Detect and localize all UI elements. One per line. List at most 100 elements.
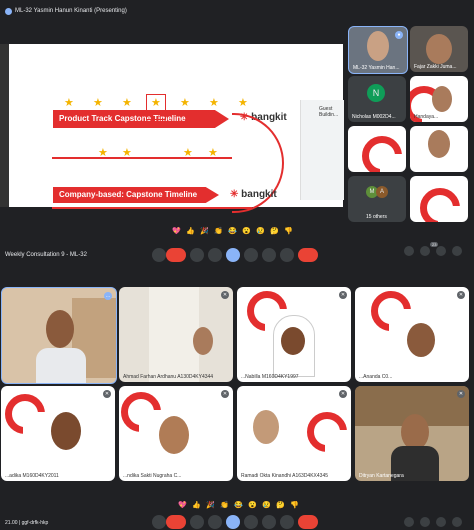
- shared-slide: Product Track Capstone Timeline ✳ bangki…: [0, 44, 344, 213]
- bottom-meeting-info: 21.00 | ggf-drfk-hkp: [5, 520, 48, 526]
- mic-off-icon: ✕: [339, 390, 347, 398]
- slide-subtitle: Company-based: Capstone Timeline: [53, 187, 219, 203]
- others-tile[interactable]: M A 15 others: [348, 176, 406, 222]
- reaction-button[interactable]: 😢: [256, 227, 265, 235]
- participant-tile[interactable]: ...Ananda C0... ✕: [355, 287, 469, 382]
- star-icon: ★: [93, 97, 103, 109]
- captions-button[interactable]: [208, 248, 222, 262]
- leave-call-button[interactable]: [298, 248, 318, 262]
- control-bar: [152, 248, 322, 264]
- leave-call-button[interactable]: [298, 515, 318, 529]
- meeting-code: ggf-drfk-hkp: [21, 520, 49, 526]
- reaction-button[interactable]: 💖: [178, 501, 187, 509]
- camera-button[interactable]: [190, 248, 204, 262]
- captions-button[interactable]: [208, 515, 222, 529]
- participant-tile[interactable]: …: [1, 287, 117, 384]
- present-button[interactable]: [244, 515, 258, 529]
- reaction-button[interactable]: 👏: [220, 501, 229, 509]
- bangkit-logo: ✳ bangkit: [230, 189, 277, 200]
- chat-icon[interactable]: [436, 246, 446, 256]
- info-icons: [404, 517, 474, 529]
- participant-tile[interactable]: [348, 126, 406, 172]
- raise-hand-button[interactable]: [262, 248, 276, 262]
- star-icon: ★: [183, 147, 193, 159]
- reaction-button[interactable]: 🎉: [200, 227, 209, 235]
- participant-tile[interactable]: Fajar Zakki Juma...: [410, 26, 468, 72]
- meeting-title: Weekly Consultation 9 - ML-32: [5, 252, 87, 258]
- reaction-button[interactable]: 👎: [284, 227, 293, 235]
- info-icon[interactable]: [404, 517, 414, 527]
- more-options-icon[interactable]: …: [104, 292, 112, 300]
- mic-off-icon: ✕: [457, 390, 465, 398]
- mic-off-icon: ✕: [103, 390, 111, 398]
- more-options-button[interactable]: [280, 515, 294, 529]
- avatar: A: [376, 186, 388, 198]
- reaction-button[interactable]: 😢: [262, 501, 271, 509]
- participant-tile[interactable]: ...Nabilla M160D4KY1997 ✕: [237, 287, 351, 382]
- reaction-button[interactable]: 👍: [186, 227, 195, 235]
- participant-tile[interactable]: Handaya...: [410, 76, 468, 122]
- star-icon: ★: [64, 97, 74, 109]
- reaction-button[interactable]: 👏: [214, 227, 223, 235]
- avatar: [5, 8, 12, 15]
- emoji-button[interactable]: [226, 248, 240, 262]
- star-icon: ★: [209, 97, 219, 109]
- reaction-bar: 💖 👍 🎉 👏 😂 😮 😢 🤔 👎: [172, 227, 302, 239]
- mute-mic-button[interactable]: [166, 515, 186, 529]
- reaction-button[interactable]: 👍: [192, 501, 201, 509]
- clock: 21.00: [5, 520, 18, 526]
- participant-tile[interactable]: ML-32 Yasmin Han... ●: [348, 26, 408, 74]
- mute-mic-button[interactable]: [166, 248, 186, 262]
- reaction-bar: 💖 👍 🎉 👏 😂 😮 😢 🤔 👎: [178, 501, 308, 513]
- separator: |: [18, 520, 21, 526]
- reaction-button[interactable]: 💖: [172, 227, 181, 235]
- presenter-label: ML-32 Yasmin Hanun Kinanti (Presenting): [15, 8, 127, 14]
- mic-off-icon: ✕: [457, 291, 465, 299]
- raise-hand-button[interactable]: [262, 515, 276, 529]
- chat-icon[interactable]: [436, 517, 446, 527]
- reaction-button[interactable]: 😮: [242, 227, 251, 235]
- mic-off-icon: ✕: [221, 390, 229, 398]
- reaction-button[interactable]: 👎: [290, 501, 299, 509]
- star-icon: ★: [238, 97, 248, 109]
- participant-tile[interactable]: Ramadi Okta Kinandhi A163D4KX4345 ✕: [237, 386, 351, 481]
- mic-off-icon: ✕: [221, 291, 229, 299]
- info-icon[interactable]: [404, 246, 414, 256]
- activities-icon[interactable]: [452, 246, 462, 256]
- reaction-button[interactable]: 😂: [228, 227, 237, 235]
- info-icons: 23: [404, 242, 474, 262]
- participant-tile[interactable]: ...ndika Sakti Nugraha C... ✕: [119, 386, 233, 481]
- reaction-button[interactable]: 🤔: [270, 227, 279, 235]
- star-icon: ★: [122, 147, 132, 159]
- participant-tile[interactable]: [410, 126, 468, 172]
- present-button[interactable]: [244, 248, 258, 262]
- side-panel-text: Guest Buildin...: [319, 106, 339, 118]
- people-icon[interactable]: [420, 517, 430, 527]
- participant-tile[interactable]: Ahmad Farhan Ardhanu A130D4KY4344 ✕: [119, 287, 233, 382]
- side-panel: Guest Buildin...: [300, 100, 344, 200]
- participant-tile[interactable]: ...adika M160D4KY2011 ✕: [1, 386, 115, 481]
- reaction-button[interactable]: 🎉: [206, 501, 215, 509]
- emoji-button[interactable]: [226, 515, 240, 529]
- activities-icon[interactable]: [452, 517, 462, 527]
- control-bar: [152, 515, 322, 530]
- mic-button[interactable]: [152, 248, 166, 262]
- slide-title: Product Track Capstone Timeline: [53, 110, 229, 128]
- reaction-button[interactable]: 🤔: [276, 501, 285, 509]
- mic-button[interactable]: [152, 515, 166, 529]
- participant-tile[interactable]: N Nicholas M002D4...: [348, 76, 406, 122]
- star-icon: ★: [122, 97, 132, 109]
- camera-button[interactable]: [190, 515, 204, 529]
- participant-tile[interactable]: [410, 176, 468, 222]
- avatar: N: [367, 84, 385, 102]
- star-icon: ★: [208, 147, 218, 159]
- star-icon: ★: [180, 97, 190, 109]
- mic-off-icon: ✕: [339, 291, 347, 299]
- presenter-header: ML-32 Yasmin Hanun Kinanti (Presenting): [0, 0, 474, 22]
- reaction-button[interactable]: 😂: [234, 501, 243, 509]
- reaction-button[interactable]: 😮: [248, 501, 257, 509]
- more-options-button[interactable]: [280, 248, 294, 262]
- people-icon[interactable]: [420, 246, 430, 256]
- participant-tile[interactable]: Ditryan Kartanegara ✕: [355, 386, 469, 481]
- mic-icon: ●: [395, 31, 403, 39]
